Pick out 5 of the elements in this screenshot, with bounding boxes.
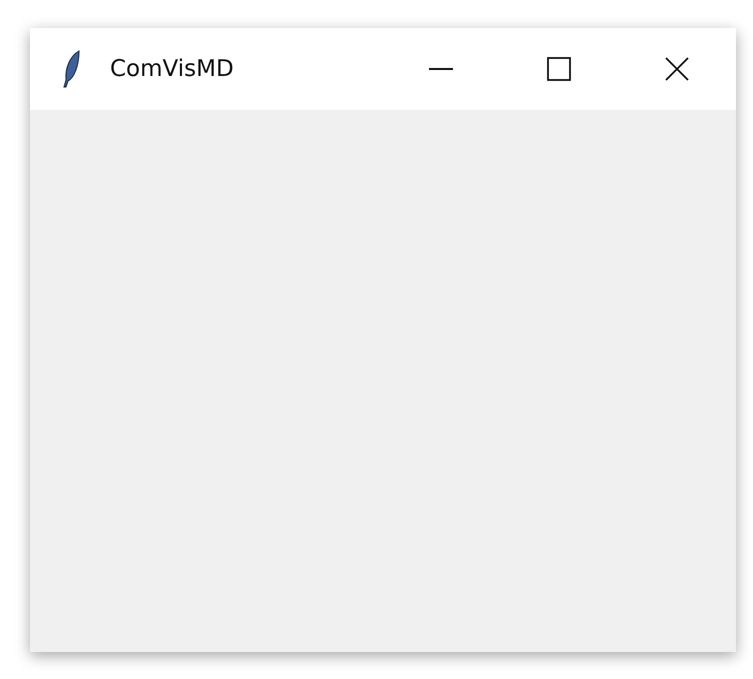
feather-icon: [62, 50, 82, 88]
window-title: ComVisMD: [110, 56, 235, 82]
minimize-icon: [429, 68, 453, 70]
maximize-icon: [547, 57, 571, 81]
close-icon: [665, 57, 689, 81]
